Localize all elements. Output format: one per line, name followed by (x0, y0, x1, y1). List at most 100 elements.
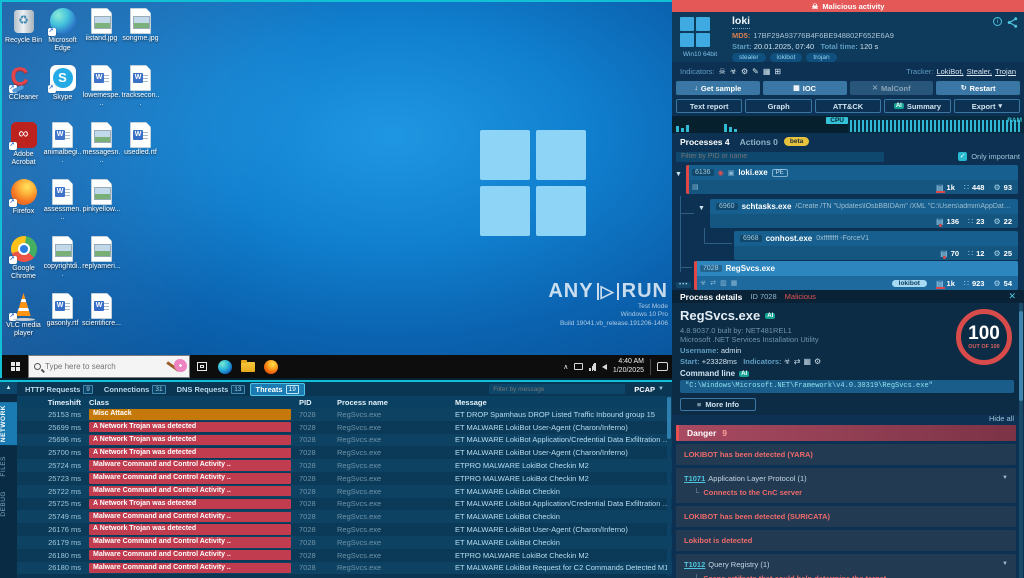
process-filter-input[interactable] (676, 153, 884, 160)
text-report-button[interactable]: Text report (676, 99, 742, 113)
get-sample-button[interactable]: ↓Get sample (676, 81, 760, 95)
network-stat[interactable]: ⚙54 (993, 279, 1012, 288)
tag-lokibot[interactable]: lokibot (770, 53, 803, 62)
taskbar-firefox[interactable] (259, 355, 282, 378)
taskbar-edge[interactable] (213, 355, 236, 378)
desktop-icon-file[interactable]: messagesn... (82, 120, 121, 177)
only-important-toggle[interactable]: ✓Only important (958, 152, 1020, 161)
tab-processes[interactable]: Processes 4 (680, 137, 730, 147)
ai-badge[interactable]: AI (739, 371, 749, 377)
restart-button[interactable]: ↻Restart (936, 81, 1020, 95)
desktop-icon-acrobat[interactable]: Adobe Acrobat (4, 120, 43, 177)
export-button[interactable]: Export▾ (954, 99, 1020, 113)
search-input[interactable] (45, 362, 145, 371)
desktop-icon-firefox[interactable]: Firefox (4, 177, 43, 234)
summary-button[interactable]: AISummary (884, 99, 950, 113)
ioc-button[interactable]: ▦IOC (763, 81, 847, 95)
tag-stealer[interactable]: stealer (732, 53, 766, 62)
desktop-icon-file[interactable]: pinkyellow... (82, 177, 121, 234)
desktop-icon-skype[interactable]: Skype (43, 63, 82, 120)
message-filter[interactable] (489, 384, 625, 394)
danger-item-technique[interactable]: T1071Application Layer Protocol (1) ▼ Co… (676, 468, 1016, 503)
desktop-icon-recycle-bin[interactable]: Recycle Bin (4, 6, 43, 63)
mitre-technique-link[interactable]: T1071 (684, 474, 705, 483)
desktop-wallpaper[interactable]: Recycle Bin Microsoft Edge iistand.jpg s… (2, 2, 672, 355)
message-filter-input[interactable] (489, 386, 625, 393)
sample-name[interactable]: loki (732, 15, 750, 29)
sidebar-tab-debug[interactable]: DEBUG (0, 488, 17, 520)
desktop-icon-file[interactable]: lowemespe... (82, 63, 121, 120)
cmdline-value[interactable]: "C:\Windows\Microsoft.NET\Framework\v4.0… (680, 380, 1014, 393)
desktop-icon-file[interactable]: copyrightdi... (43, 234, 82, 291)
desktop-icon-ccleaner[interactable]: CCleaner (4, 63, 43, 120)
collapse-schtasks-caret[interactable]: ▼ (698, 205, 705, 212)
taskbar-clock[interactable]: 4:40 AM 1/20/2025 (613, 358, 644, 376)
info-icon[interactable]: i (993, 17, 1002, 26)
tracker-link-stealer[interactable]: Stealer, (967, 67, 992, 76)
volume-icon[interactable] (602, 364, 607, 370)
process-row-schtasks[interactable]: 6960 schtasks.exe /Create /TN "Updates\l… (710, 199, 1018, 228)
files-stat[interactable]: ▤136 (936, 217, 959, 226)
desktop-icon-vlc[interactable]: VLC media player (4, 291, 43, 348)
task-view-button[interactable] (190, 355, 213, 378)
desktop-icon-file[interactable]: usedled.rtf (121, 120, 160, 177)
tracker-link-trojan[interactable]: Trojan (995, 67, 1016, 76)
hidden-icons-button[interactable]: ∧ (563, 363, 568, 371)
network-stat[interactable]: ⚙25 (993, 249, 1012, 258)
tab-http-requests[interactable]: HTTP Requests9 (20, 384, 98, 395)
malconf-button[interactable]: ✕MalConf (850, 81, 934, 95)
threat-row[interactable]: 25723 msMalware Command and Control Acti… (17, 472, 672, 485)
process-row-loki[interactable]: 6136 ◉▣ loki.exe PE ▤ ▤1k ∷448 ⚙93 (686, 165, 1018, 194)
network-stat[interactable]: ⚙22 (993, 217, 1012, 226)
threat-row[interactable]: 26180 msMalware Command and Control Acti… (17, 562, 672, 575)
registry-stat[interactable]: ∷448 (964, 183, 985, 192)
danger-item[interactable]: LOKIBOT has been detected (SURICATA) (676, 506, 1016, 527)
more-processes-button[interactable]: ••• (676, 282, 691, 288)
threat-row[interactable]: 25725 msA Network Trojan was detected702… (17, 498, 672, 511)
collapse-loki-caret[interactable]: ▼ (675, 171, 682, 178)
chevron-down-icon[interactable]: ▼ (1002, 475, 1008, 481)
ai-badge[interactable]: AI (765, 313, 775, 319)
desktop-icon-file[interactable]: tracksecon... (121, 63, 160, 120)
share-icon[interactable] (1007, 17, 1018, 28)
threat-row[interactable]: 25699 msA Network Trojan was detected702… (17, 421, 672, 434)
action-center-icon[interactable] (657, 362, 668, 371)
danger-item-technique[interactable]: T1012Query Registry (1) ▼ Scans artifact… (676, 554, 1016, 578)
threat-row[interactable]: 25724 msMalware Command and Control Acti… (17, 459, 672, 472)
table-scrollbar[interactable] (667, 397, 671, 576)
desktop-icon-chrome[interactable]: Google Chrome (4, 234, 43, 291)
files-stat[interactable]: ▤70 (940, 249, 959, 258)
desktop-icon-file[interactable]: replyameri... (82, 234, 121, 291)
registry-stat[interactable]: ∷12 (968, 249, 984, 258)
desktop-icon-file[interactable]: scientificre... (82, 291, 121, 348)
desktop-icon-file[interactable]: gasonly.rtf (43, 291, 82, 348)
process-row-regsvcs[interactable]: 7028 RegSvcs.exe ☣⇄▥▦ lokibot ▤1k ∷923 ⚙… (694, 261, 1018, 290)
taskbar-file-explorer[interactable] (236, 355, 259, 378)
files-stat[interactable]: ▤1k (936, 183, 955, 192)
desktop-icon-file[interactable]: iistand.jpg (82, 6, 121, 63)
tab-threats[interactable]: Threats19 (251, 384, 304, 395)
files-stat[interactable]: ▤1k (936, 279, 955, 288)
registry-stat[interactable]: ∷23 (968, 217, 984, 226)
tab-connections[interactable]: Connections31 (99, 384, 171, 395)
threat-row[interactable]: 25722 msMalware Command and Control Acti… (17, 485, 672, 498)
threat-row[interactable]: 25700 msA Network Trojan was detected702… (17, 446, 672, 459)
tag-trojan[interactable]: trojan (806, 53, 836, 62)
sidebar-tab-files[interactable]: FILES (0, 453, 17, 480)
close-icon[interactable]: ✕ (1008, 291, 1016, 302)
sidebar-tab-network[interactable]: NETWORK (0, 402, 17, 445)
network-stat[interactable]: ⚙93 (993, 183, 1012, 192)
danger-item[interactable]: Lokibot is detected (676, 530, 1016, 551)
process-filter[interactable] (676, 152, 884, 162)
process-row-conhost[interactable]: 6968 conhost.exe 0xffffffff -ForceV1 ▤70… (734, 231, 1018, 260)
threat-row[interactable]: 26176 msA Network Trojan was detected702… (17, 523, 672, 536)
desktop-icon-file[interactable]: animalbegi... (43, 120, 82, 177)
registry-stat[interactable]: ∷923 (964, 279, 985, 288)
tab-dns-requests[interactable]: DNS Requests13 (172, 384, 250, 395)
more-info-button[interactable]: ≡More Info (680, 398, 756, 411)
threat-row[interactable]: 25153 msMisc Attack7028RegSvcs.exeET DRO… (17, 408, 672, 421)
tracker-link-lokibot[interactable]: LokiBot, (936, 67, 963, 76)
tab-actions[interactable]: Actions 0 (740, 137, 778, 147)
hide-all-link[interactable]: Hide all (989, 414, 1014, 423)
desktop-icon-edge[interactable]: Microsoft Edge (43, 6, 82, 63)
